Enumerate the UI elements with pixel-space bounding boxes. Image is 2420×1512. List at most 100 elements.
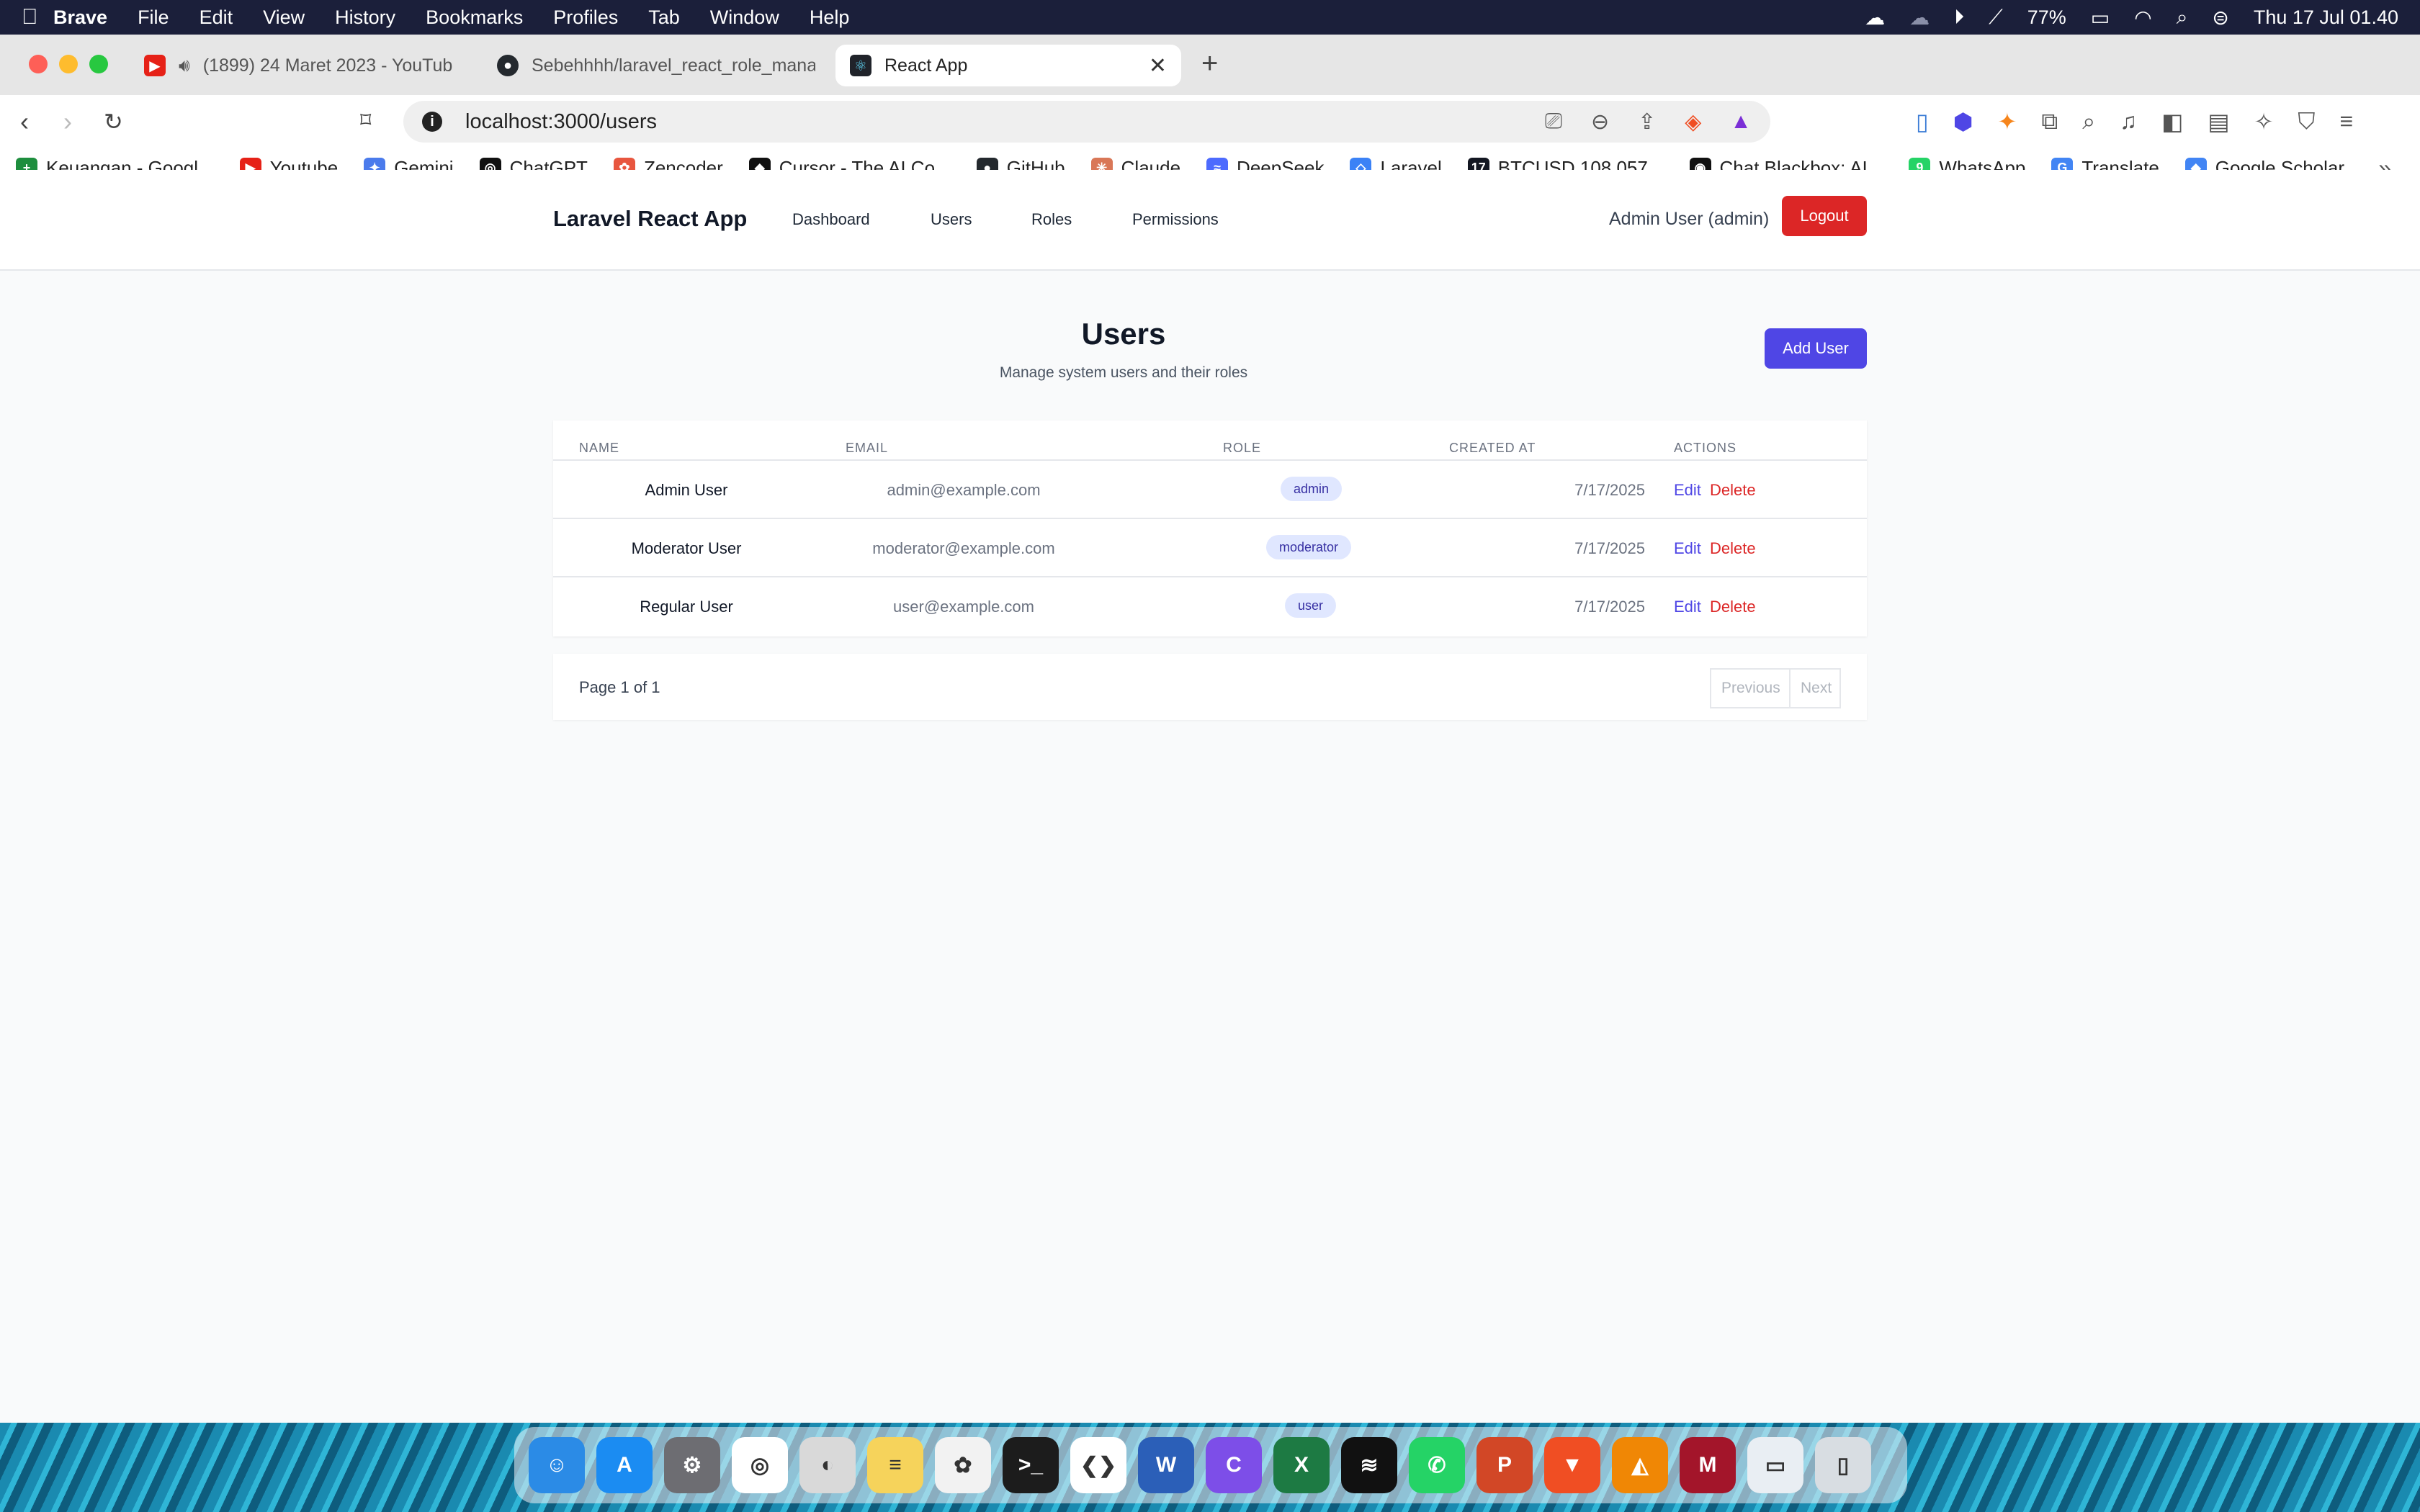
url-text[interactable]: localhost:3000/users xyxy=(465,110,657,134)
screenshot-thumbnail-icon[interactable]: ▭ xyxy=(1747,1437,1803,1493)
menu-bookmarks[interactable]: Bookmarks xyxy=(426,6,523,29)
menu-help[interactable]: Help xyxy=(810,6,850,29)
column-header-actions: ACTIONS xyxy=(1674,441,1737,455)
menu-app-name[interactable]: Brave xyxy=(53,6,107,29)
app-store-icon[interactable]: A xyxy=(596,1437,653,1493)
vpn-icon[interactable]: ⛉ xyxy=(2298,108,2315,135)
reload-icon[interactable]: ↻ xyxy=(104,108,123,135)
sidebar-toggle-icon[interactable]: ◧ xyxy=(2161,108,2183,135)
metamask-icon[interactable]: ✦ xyxy=(1998,108,2017,135)
role-badge: moderator xyxy=(1266,535,1352,559)
apple-icon[interactable]:  xyxy=(22,5,53,30)
menu-window[interactable]: Window xyxy=(710,6,779,29)
wifi-icon[interactable]: ◠ xyxy=(2134,6,2151,30)
edit-user-button[interactable]: Edit xyxy=(1674,539,1701,558)
delete-user-button[interactable]: Delete xyxy=(1710,481,1756,500)
edit-user-button[interactable]: Edit xyxy=(1674,481,1701,500)
trash-icon[interactable]: ▯ xyxy=(1815,1437,1871,1493)
notes-icon[interactable]: ≡ xyxy=(867,1437,923,1493)
menu-history[interactable]: History xyxy=(335,6,395,29)
minimize-window-button[interactable] xyxy=(59,55,78,73)
close-tab-icon[interactable]: ✕ xyxy=(1149,53,1167,78)
menu-edit[interactable]: Edit xyxy=(200,6,233,29)
forward-icon[interactable]: › xyxy=(63,107,72,137)
site-info-icon[interactable]: i xyxy=(422,112,442,132)
app-navbar: Laravel React App Dashboard Users Roles … xyxy=(0,170,2420,271)
bookmark-icon[interactable]: ⌑ xyxy=(360,108,371,133)
pagination-bar: Page 1 of 1 Previous Next xyxy=(553,654,1867,720)
media-music-icon[interactable]: ♫ xyxy=(2120,108,2137,135)
mendeley-icon[interactable]: M xyxy=(1680,1437,1736,1493)
tab-github[interactable]: ● Sebehhhh/laravel_react_role_mana xyxy=(483,45,815,86)
leo-ai-icon[interactable]: ✧ xyxy=(2254,108,2274,135)
new-tab-button[interactable]: + xyxy=(1201,48,1218,80)
cast-icon[interactable]: ⎚ xyxy=(1545,109,1562,135)
table-row: Regular User user@example.com user 7/17/… xyxy=(553,576,1867,634)
photos-icon[interactable]: ✿ xyxy=(935,1437,991,1493)
delete-user-button[interactable]: Delete xyxy=(1710,598,1756,616)
menu-tab[interactable]: Tab xyxy=(648,6,680,29)
finder-icon[interactable]: ☺ xyxy=(529,1437,585,1493)
brave-rewards-icon[interactable]: ▲ xyxy=(1730,109,1752,135)
page-title: Users xyxy=(1081,317,1166,351)
spotlight-search-icon[interactable]: ⌕ xyxy=(2177,6,2188,30)
excel-icon[interactable]: X xyxy=(1273,1437,1330,1493)
zoom-out-icon[interactable]: ⊖ xyxy=(1591,109,1609,135)
extensions-bar: ▯ ⬢ ✦ ⧉ ⌕ ♫ ◧ ▤ ✧ ⛉ ≡ xyxy=(1916,108,2353,135)
column-header-created-at: CREATED AT xyxy=(1449,441,1536,455)
nav-roles[interactable]: Roles xyxy=(1031,210,1072,229)
spotify-icon[interactable]: ≋ xyxy=(1341,1437,1397,1493)
play-icon[interactable]: ⏵ xyxy=(1954,6,1964,30)
brave-shields-icon[interactable]: ◈ xyxy=(1685,109,1701,135)
terminal-icon[interactable]: >_ xyxy=(1003,1437,1059,1493)
previous-page-button[interactable]: Previous xyxy=(1710,668,1791,708)
system-settings-icon[interactable]: ⚙ xyxy=(664,1437,720,1493)
app-brand[interactable]: Laravel React App xyxy=(553,206,747,232)
battery-icon[interactable]: ▭ xyxy=(2091,6,2110,30)
extensions-puzzle-icon[interactable]: ⧉ xyxy=(2041,108,2058,135)
whatsapp-icon[interactable]: ✆ xyxy=(1409,1437,1465,1493)
add-user-button[interactable]: Add User xyxy=(1765,328,1867,369)
nav-users[interactable]: Users xyxy=(931,210,972,229)
tab-react-app[interactable]: ⚛ React App ✕ xyxy=(835,45,1181,86)
menu-profiles[interactable]: Profiles xyxy=(553,6,618,29)
next-page-button[interactable]: Next xyxy=(1789,668,1841,708)
menu-file[interactable]: File xyxy=(138,6,169,29)
word-icon[interactable]: W xyxy=(1138,1437,1194,1493)
nav-permissions[interactable]: Permissions xyxy=(1132,210,1219,229)
edit-user-button[interactable]: Edit xyxy=(1674,598,1701,616)
delete-user-button[interactable]: Delete xyxy=(1710,539,1756,558)
menu-hamburger-icon[interactable]: ≡ xyxy=(2339,108,2353,135)
cloud-outline-icon[interactable]: ☁ xyxy=(1909,6,1930,30)
control-center-icon[interactable]: ⊜ xyxy=(2212,6,2228,30)
powerpoint-icon[interactable]: P xyxy=(1476,1437,1533,1493)
extension-wallet-icon[interactable]: ▯ xyxy=(1916,108,1929,135)
bluetooth-off-icon[interactable]: ⟋ xyxy=(1989,6,2003,30)
dock: ☺ A ⚙ ◎ ◐ ≡ ✿ >_ ❮❯ W C X ≋ ✆ P ▼ ◭ M ▭ ▯ xyxy=(514,1427,1907,1503)
menu-clock[interactable]: Thu 17 Jul 01.40 xyxy=(2254,6,2398,29)
wallet-icon[interactable]: ▤ xyxy=(2208,108,2229,135)
logout-button[interactable]: Logout xyxy=(1782,196,1867,236)
canva-icon[interactable]: C xyxy=(1206,1437,1262,1493)
extension-badge-icon[interactable]: ⬢ xyxy=(1953,108,1973,135)
window-controls xyxy=(29,55,108,73)
sequel-ace-icon[interactable]: ◐ xyxy=(799,1437,856,1493)
draw-io-icon[interactable]: ◭ xyxy=(1612,1437,1668,1493)
nav-dashboard[interactable]: Dashboard xyxy=(792,210,870,229)
column-header-email: EMAIL xyxy=(846,441,889,455)
page-info: Page 1 of 1 xyxy=(579,678,660,696)
speaker-icon[interactable]: 🔊︎ xyxy=(179,55,190,76)
tab-youtube[interactable]: ▶ 🔊︎ (1899) 24 Maret 2023 - YouTub xyxy=(130,45,462,86)
menu-view[interactable]: View xyxy=(263,6,305,29)
extension-search-icon[interactable]: ⌕ xyxy=(2082,108,2095,135)
back-icon[interactable]: ‹ xyxy=(20,107,29,137)
vscode-icon[interactable]: ❮❯ xyxy=(1070,1437,1126,1493)
brave-icon[interactable]: ▼ xyxy=(1544,1437,1600,1493)
close-window-button[interactable] xyxy=(29,55,48,73)
zoom-window-button[interactable] xyxy=(89,55,108,73)
user-email: admin@example.com xyxy=(887,481,1041,499)
address-bar[interactable]: i localhost:3000/users ⎚ ⊖ ⇪ ◈ ▲ xyxy=(403,101,1770,143)
cloud-icon[interactable]: ☁ xyxy=(1865,6,1885,30)
chatgpt-icon[interactable]: ◎ xyxy=(732,1437,788,1493)
share-icon[interactable]: ⇪ xyxy=(1638,109,1656,135)
